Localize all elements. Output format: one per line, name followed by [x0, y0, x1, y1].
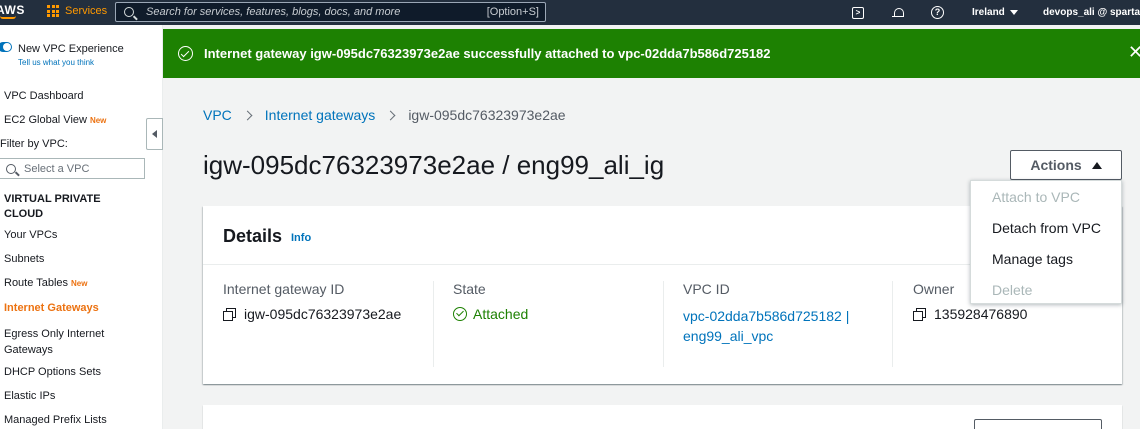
region-selector[interactable]: Ireland: [972, 0, 1018, 25]
column-divider: [433, 281, 434, 367]
copy-icon[interactable]: [913, 307, 926, 321]
global-search-input[interactable]: Search for services, features, blogs, do…: [115, 2, 546, 22]
state-field: State Attached: [453, 281, 528, 371]
flash-message: Internet gateway igw-095dc76323973e2ae s…: [204, 46, 771, 61]
caret-up-icon: [1091, 161, 1102, 169]
grid-icon: [47, 5, 59, 17]
igw-id-value: igw-095dc76323973e2ae: [244, 306, 402, 322]
info-link[interactable]: Info: [291, 232, 311, 244]
check-circle-icon: [178, 46, 193, 61]
actions-label: Actions: [1030, 157, 1082, 173]
sidebar-item-egress-only-gateways[interactable]: Egress Only Internet Gateways: [4, 326, 119, 358]
breadcrumb-internet-gateways-link[interactable]: Internet gateways: [265, 107, 376, 123]
cloudshell-button[interactable]: >: [852, 0, 864, 25]
sidebar-item-route-tables[interactable]: Route Tables New: [4, 277, 87, 289]
close-icon[interactable]: ✕: [1128, 42, 1140, 63]
new-vpc-experience-toggle[interactable]: [0, 42, 12, 52]
sidebar-item-ec2-global-view[interactable]: EC2 Global View New: [4, 114, 106, 126]
breadcrumb-vpc-link[interactable]: VPC: [203, 107, 232, 123]
new-badge: New: [71, 279, 88, 288]
region-label: Ireland: [972, 7, 1005, 18]
new-badge: New: [89, 116, 107, 125]
state-label: State: [453, 281, 486, 297]
sidebar-item-managed-prefix-lists[interactable]: Managed Prefix Lists: [4, 414, 107, 426]
search-icon: [6, 163, 16, 174]
panel-action-button[interactable]: [974, 419, 1102, 429]
vpc-filter-select[interactable]: Select a VPC: [0, 158, 145, 179]
sidebar-item-label: Route Tables: [4, 277, 69, 289]
sidebar-item-your-vpcs[interactable]: Your VPCs: [4, 229, 57, 241]
aws-logo-smile-icon: [0, 16, 16, 19]
help-button[interactable]: ?: [931, 0, 944, 25]
new-vpc-experience-label: New VPC Experience: [18, 43, 124, 55]
actions-dropdown-menu: Attach to VPC Detach from VPC Manage tag…: [970, 180, 1122, 304]
caret-down-icon: [1009, 10, 1018, 15]
search-icon: [124, 7, 134, 17]
section-heading-label: VIRTUAL PRIVATE CLOUD: [4, 193, 101, 220]
chevron-right-icon: [242, 110, 253, 120]
search-shortcut-hint: [Option+S]: [486, 6, 539, 18]
check-circle-icon: [453, 307, 467, 321]
menu-item-manage-tags[interactable]: Manage tags: [992, 251, 1073, 267]
vpc-id-label: VPC ID: [683, 281, 730, 297]
menu-item-delete: Delete: [992, 282, 1033, 298]
sidebar: New VPC Experience Tell us what you thin…: [0, 25, 163, 429]
column-divider: [892, 281, 893, 367]
sidebar-item-dhcp-options[interactable]: DHCP Options Sets: [4, 366, 101, 378]
igw-id-field: Internet gateway ID igw-095dc76323973e2a…: [223, 281, 401, 371]
bell-icon: [892, 7, 904, 19]
sidebar-collapse-button[interactable]: [146, 118, 163, 150]
services-menu-button[interactable]: Services: [47, 5, 107, 17]
aws-logo[interactable]: AWS: [0, 3, 25, 17]
notifications-button[interactable]: [892, 0, 904, 25]
page-title: igw-095dc76323973e2ae / eng99_ali_ig: [203, 150, 665, 180]
actions-button[interactable]: Actions: [1010, 150, 1122, 180]
menu-item-detach-from-vpc[interactable]: Detach from VPC: [992, 220, 1101, 236]
help-icon: ?: [931, 6, 944, 19]
section-heading-vpc: VIRTUAL PRIVATE CLOUD: [0, 192, 110, 222]
owner-value: 135928476890: [934, 306, 1028, 322]
details-title: Details: [223, 226, 283, 246]
terminal-icon: >: [852, 6, 864, 19]
menu-item-attach-to-vpc: Attach to VPC: [992, 189, 1080, 205]
state-value: Attached: [473, 306, 529, 322]
sidebar-item-subnets[interactable]: Subnets: [4, 253, 44, 265]
sidebar-item-internet-gateways[interactable]: Internet Gateways: [4, 302, 99, 314]
filter-by-vpc-label: Filter by VPC:: [0, 138, 68, 150]
feedback-link[interactable]: Tell us what you think: [18, 58, 94, 67]
account-menu[interactable]: devops_ali @ sparta-c: [1043, 0, 1140, 25]
copy-icon[interactable]: [223, 307, 236, 321]
account-label: devops_ali @ sparta-c: [1043, 7, 1140, 18]
success-flash-banner: Internet gateway igw-095dc76323973e2ae s…: [163, 29, 1140, 78]
vpc-filter-placeholder: Select a VPC: [24, 162, 90, 175]
chevron-right-icon: [385, 110, 396, 120]
breadcrumb: VPC Internet gateways igw-095dc76323973e…: [203, 107, 566, 123]
services-label: Services: [65, 5, 108, 17]
vpc-id-field: VPC ID vpc-02dda7b586d725182 | eng99_ali…: [683, 281, 868, 371]
sidebar-item-label: EC2 Global View: [4, 114, 87, 126]
column-divider: [663, 281, 664, 367]
vpc-id-link[interactable]: vpc-02dda7b586d725182 | eng99_ali_vpc: [683, 306, 868, 346]
igw-id-label: Internet gateway ID: [223, 281, 345, 297]
tags-panel: [203, 405, 1122, 429]
top-nav-bar: AWS Services Search for services, featur…: [0, 0, 1140, 25]
search-placeholder: Search for services, features, blogs, do…: [146, 6, 401, 18]
sidebar-item-vpc-dashboard[interactable]: VPC Dashboard: [4, 90, 84, 102]
breadcrumb-current: igw-095dc76323973e2ae: [408, 107, 566, 123]
sidebar-item-elastic-ips[interactable]: Elastic IPs: [4, 390, 55, 402]
